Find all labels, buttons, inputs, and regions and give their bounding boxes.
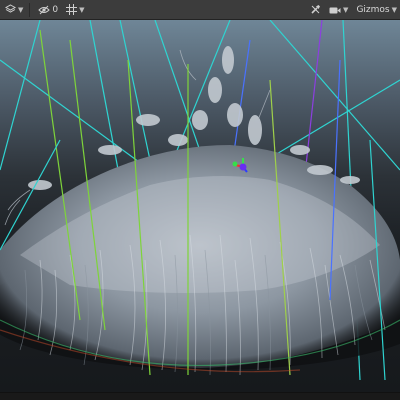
hidden-objects-toggle[interactable]: 0 bbox=[35, 2, 61, 18]
layers-icon bbox=[4, 0, 17, 19]
hidden-objects-count: 0 bbox=[52, 4, 59, 15]
chevron-down-icon: ▼ bbox=[391, 5, 397, 14]
chevron-down-icon: ▼ bbox=[343, 5, 349, 14]
chevron-down-icon: ▼ bbox=[18, 5, 24, 14]
scene-toolbar: ▼ 0 ▼ ▼ Gizmos ▼ bbox=[0, 0, 400, 20]
camera-dropdown[interactable]: ▼ bbox=[326, 2, 351, 18]
gizmos-dropdown[interactable]: Gizmos ▼ bbox=[353, 2, 400, 18]
tools-button[interactable] bbox=[307, 2, 324, 18]
camera-icon bbox=[329, 0, 341, 19]
scene-viewport[interactable] bbox=[0, 20, 400, 392]
eye-slash-icon bbox=[38, 0, 51, 19]
chevron-down-icon: ▼ bbox=[79, 5, 85, 14]
tools-icon bbox=[310, 0, 321, 19]
gizmos-label: Gizmos bbox=[356, 4, 390, 15]
toolbar-divider bbox=[29, 2, 31, 17]
grid-icon bbox=[66, 0, 78, 19]
layers-dropdown[interactable]: ▼ bbox=[2, 2, 26, 18]
scene-canvas[interactable] bbox=[0, 20, 400, 392]
bottom-strip bbox=[0, 392, 400, 400]
grid-dropdown[interactable]: ▼ bbox=[63, 2, 87, 18]
